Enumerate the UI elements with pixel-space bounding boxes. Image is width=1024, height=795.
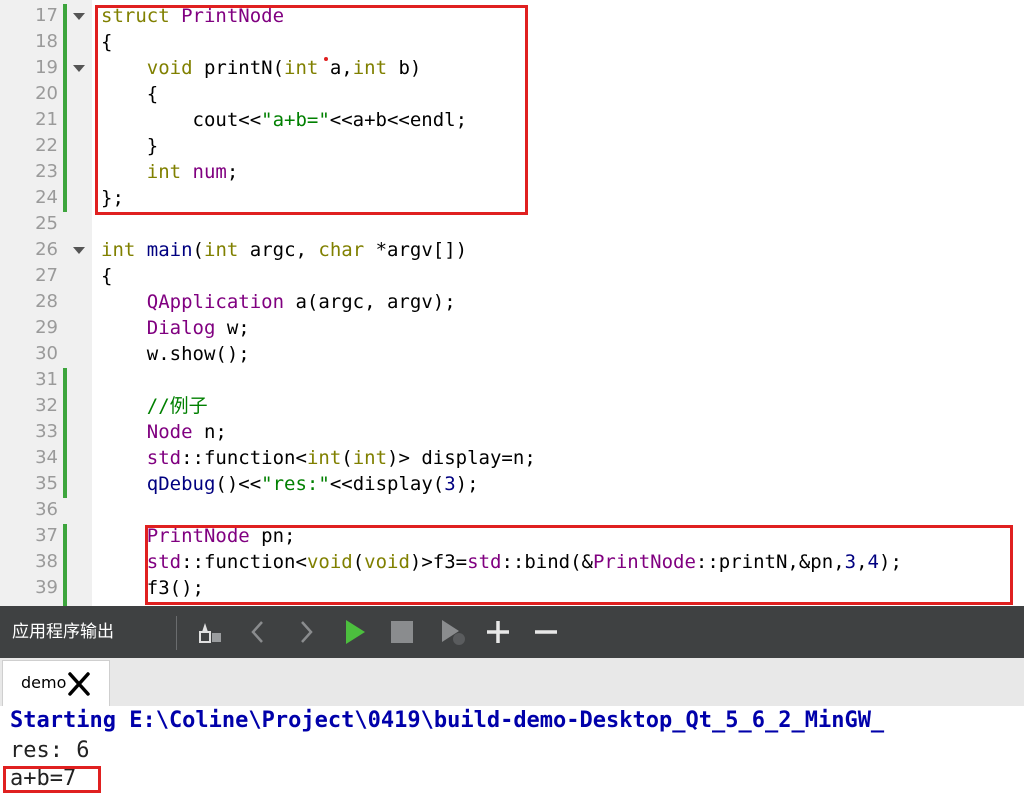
code-token: )> display=n; <box>387 447 536 469</box>
line-number: 38 <box>35 551 58 572</box>
code-token: ()<< <box>215 473 262 495</box>
code-token: int <box>352 447 388 469</box>
line-number: 35 <box>35 473 58 494</box>
annotation-box-output <box>3 766 101 793</box>
code-token: ); <box>455 473 479 495</box>
code-token: n; <box>192 421 227 443</box>
change-marker <box>63 524 67 606</box>
output-line-res: res: 6 <box>10 738 90 763</box>
code-token: argc, <box>238 239 319 261</box>
line-number: 19 <box>35 57 58 78</box>
line-number: 29 <box>35 317 58 338</box>
code-line: qDebug()<<"res:"<<display(3); <box>101 471 479 497</box>
code-token: //例子 <box>146 395 208 417</box>
code-token: Node <box>146 421 193 443</box>
code-token: qDebug <box>146 473 216 495</box>
code-token: { <box>101 265 113 287</box>
line-number: 18 <box>35 31 58 52</box>
code-token: int <box>101 239 136 261</box>
output-line-starting: Starting E:\Coline\Project\0419\build-de… <box>10 708 885 733</box>
code-line: Dialog w; <box>101 315 250 341</box>
stop-icon[interactable] <box>384 614 420 650</box>
next-arrow-icon[interactable] <box>288 614 324 650</box>
previous-arrow-icon[interactable] <box>240 614 276 650</box>
line-number: 20 <box>35 83 58 104</box>
code-token: w.show(); <box>101 343 250 365</box>
tab-label: demo <box>21 673 67 692</box>
code-token: <<display( <box>329 473 445 495</box>
line-number: 17 <box>35 5 58 26</box>
output-pane-title: 应用程序输出 <box>12 622 114 642</box>
annotation-box-bind <box>145 525 1013 605</box>
tab-demo[interactable]: demo <box>2 660 110 706</box>
line-number: 21 <box>35 109 58 130</box>
code-token: a(argc, argv); <box>284 291 456 313</box>
output-pane-toolbar: 应用程序输出 <box>0 606 1024 658</box>
line-number: 34 <box>35 447 58 468</box>
output-tab-bar: demo <box>0 658 1024 707</box>
code-token: int <box>204 239 239 261</box>
fold-arrow-icon[interactable] <box>73 65 85 72</box>
code-token: ( <box>341 447 353 469</box>
close-icon[interactable] <box>65 671 93 697</box>
line-number: 25 <box>35 213 58 234</box>
code-token: char <box>318 239 365 261</box>
code-line: std::function<int(int)> display=n; <box>101 445 536 471</box>
line-number: 31 <box>35 369 58 390</box>
line-number: 32 <box>35 395 58 416</box>
code-line: { <box>101 263 112 289</box>
code-token: ::function< <box>181 447 307 469</box>
code-line: w.show(); <box>101 341 250 367</box>
zoom-in-icon[interactable] <box>480 614 516 650</box>
fold-arrow-icon[interactable] <box>73 13 85 20</box>
code-token: 3 <box>444 473 456 495</box>
zoom-out-icon[interactable] <box>528 614 564 650</box>
code-token: w; <box>215 317 250 339</box>
line-number: 37 <box>35 525 58 546</box>
line-number: 27 <box>35 265 58 286</box>
code-token: std <box>146 447 182 469</box>
line-number: 30 <box>35 343 58 364</box>
code-token: int <box>306 447 342 469</box>
line-number: 33 <box>35 421 58 442</box>
clean-broom-icon[interactable] <box>192 614 228 650</box>
line-number: 22 <box>35 135 58 156</box>
line-number: 39 <box>35 577 58 598</box>
toolbar-separator <box>176 616 177 650</box>
line-number: 24 <box>35 187 58 208</box>
code-line: int main(int argc, char *argv[]) <box>101 237 467 263</box>
change-marker <box>63 4 67 212</box>
line-number: 23 <box>35 161 58 182</box>
code-token: "res:" <box>261 473 330 495</box>
code-token: QApplication <box>146 291 285 313</box>
code-editor[interactable]: 17 18 19 20 21 22 23 24 25 26 27 28 29 30 31 32 33 34 35 36… <box>0 0 1024 606</box>
run-icon[interactable] <box>336 614 372 650</box>
line-number: 36 <box>35 499 58 520</box>
code-token: *argv[]) <box>364 239 468 261</box>
annotation-box-struct <box>95 5 528 215</box>
code-token: ( <box>192 239 204 261</box>
code-line: //例子 <box>101 393 208 419</box>
code-line: Node n; <box>101 419 227 445</box>
code-token: Dialog <box>146 317 216 339</box>
code-line: QApplication a(argc, argv); <box>101 289 456 315</box>
fold-arrow-icon[interactable] <box>73 247 85 254</box>
attach-debugger-icon[interactable] <box>434 614 470 650</box>
line-number: 28 <box>35 291 58 312</box>
application-output[interactable]: Starting E:\Coline\Project\0419\build-de… <box>0 706 1024 795</box>
code-token: main <box>146 239 193 261</box>
line-number: 26 <box>35 239 58 260</box>
change-marker <box>63 368 67 498</box>
